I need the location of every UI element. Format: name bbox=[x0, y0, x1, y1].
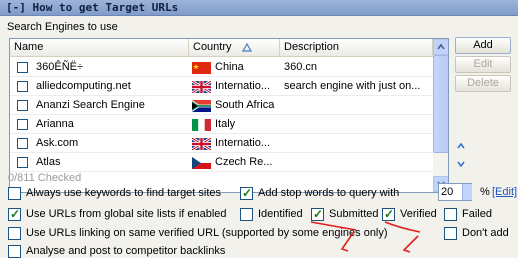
table-row[interactable]: Ask.com Internatio... bbox=[10, 134, 433, 153]
column-header-country[interactable]: Country bbox=[189, 39, 280, 57]
row-checkbox[interactable] bbox=[17, 62, 28, 73]
annotation-arrow-right bbox=[402, 235, 419, 253]
table-row[interactable]: alliedcomputing.net Internatio... search… bbox=[10, 77, 433, 96]
flag-uk-icon bbox=[192, 81, 211, 93]
section-header[interactable]: [-] How to get Target URLs bbox=[0, 0, 518, 16]
row-checkbox[interactable] bbox=[17, 138, 28, 149]
engine-description: search engine with just on... bbox=[284, 80, 421, 92]
add-stop-words-label: Add stop words to query with bbox=[258, 187, 400, 199]
engine-name: alliedcomputing.net bbox=[36, 80, 131, 92]
submitted-label: Submitted bbox=[329, 208, 379, 220]
scroll-thumb[interactable] bbox=[433, 55, 448, 153]
engine-country: Italy bbox=[215, 118, 236, 130]
row-checkbox[interactable] bbox=[17, 81, 28, 92]
submitted-checkbox[interactable]: ✓ bbox=[311, 207, 324, 221]
table-scrollbar[interactable] bbox=[433, 39, 448, 192]
dont-add-label: Don't add bbox=[462, 227, 509, 239]
percent-label: % bbox=[480, 186, 490, 198]
search-engines-table[interactable]: Name Country Description 360ÊÑË÷ China 3… bbox=[9, 38, 449, 193]
engine-country: China bbox=[215, 61, 244, 73]
dont-add-checkbox[interactable] bbox=[444, 227, 457, 240]
engine-country: South Africa bbox=[215, 99, 275, 111]
engine-name: Atlas bbox=[36, 156, 61, 168]
analyse-checkbox[interactable] bbox=[8, 245, 21, 258]
flag-italy-icon bbox=[192, 119, 211, 131]
engine-name: Arianna bbox=[36, 118, 74, 130]
use-linking-checkbox[interactable] bbox=[8, 227, 21, 240]
row-checkbox[interactable] bbox=[17, 119, 28, 130]
engine-country: Internatio... bbox=[215, 137, 271, 149]
annotation-underline-verified bbox=[384, 221, 421, 233]
stop-words-spinner[interactable]: 20 bbox=[438, 183, 472, 201]
move-down-icon[interactable] bbox=[456, 160, 466, 168]
engine-description: 360.cn bbox=[284, 61, 318, 73]
row-checkbox[interactable] bbox=[17, 100, 28, 111]
verified-checkbox[interactable]: ✓ bbox=[382, 207, 395, 221]
engine-country: Internatio... bbox=[215, 80, 271, 92]
failed-label: Failed bbox=[462, 208, 492, 220]
engine-name: Ananzi Search Engine bbox=[36, 99, 145, 111]
identified-checkbox[interactable] bbox=[240, 208, 253, 221]
edit-button[interactable]: Edit bbox=[455, 56, 511, 73]
table-row[interactable]: 360ÊÑË÷ China 360.cn bbox=[10, 58, 433, 77]
add-stop-words-checkbox[interactable]: ✓ bbox=[240, 186, 253, 200]
delete-button[interactable]: Delete bbox=[455, 75, 511, 92]
engine-name: Ask.com bbox=[36, 137, 79, 149]
use-linking-label: Use URLs linking on same verified URL (s… bbox=[26, 227, 388, 239]
always-keywords-label: Always use keywords to find target sites bbox=[26, 187, 222, 199]
analyse-label: Analyse and post to competitor backlinks bbox=[26, 245, 226, 257]
spinner-arrows[interactable] bbox=[462, 184, 472, 200]
row-checkbox[interactable] bbox=[17, 157, 28, 168]
failed-checkbox[interactable] bbox=[444, 208, 457, 221]
table-row[interactable]: Arianna Italy bbox=[10, 115, 433, 134]
flag-china-icon bbox=[192, 62, 211, 74]
move-up-icon[interactable] bbox=[456, 142, 466, 150]
use-global-lists-label: Use URLs from global site lists if enabl… bbox=[26, 208, 227, 220]
flag-south-africa-icon bbox=[192, 100, 211, 112]
engine-name: 360ÊÑË÷ bbox=[36, 61, 84, 73]
flag-uk-icon bbox=[192, 138, 211, 150]
search-engines-label: Search Engines to use bbox=[7, 21, 118, 33]
chevron-up-icon bbox=[437, 43, 445, 50]
edit-stop-words-link[interactable]: [Edit] bbox=[492, 186, 517, 198]
sort-ascending-icon bbox=[242, 43, 252, 52]
table-header: Name Country Description bbox=[10, 39, 433, 57]
verified-label: Verified bbox=[400, 208, 437, 220]
identified-label: Identified bbox=[258, 208, 303, 220]
engine-country: Czech Re... bbox=[215, 156, 273, 168]
flag-czech-icon bbox=[192, 157, 211, 169]
add-button[interactable]: Add bbox=[455, 37, 511, 54]
always-keywords-checkbox[interactable] bbox=[8, 187, 21, 200]
section-header-title: [-] How to get Target URLs bbox=[6, 1, 179, 14]
table-row[interactable]: Atlas Czech Re... bbox=[10, 153, 433, 172]
column-header-description[interactable]: Description bbox=[280, 39, 433, 57]
checked-count: 0/811 Checked bbox=[8, 172, 82, 184]
table-row[interactable]: Ananzi Search Engine South Africa bbox=[10, 96, 433, 115]
scroll-up-button[interactable] bbox=[433, 39, 448, 55]
column-header-name[interactable]: Name bbox=[10, 39, 189, 57]
stop-words-value: 20 bbox=[441, 186, 454, 198]
use-global-lists-checkbox[interactable]: ✓ bbox=[8, 207, 21, 221]
